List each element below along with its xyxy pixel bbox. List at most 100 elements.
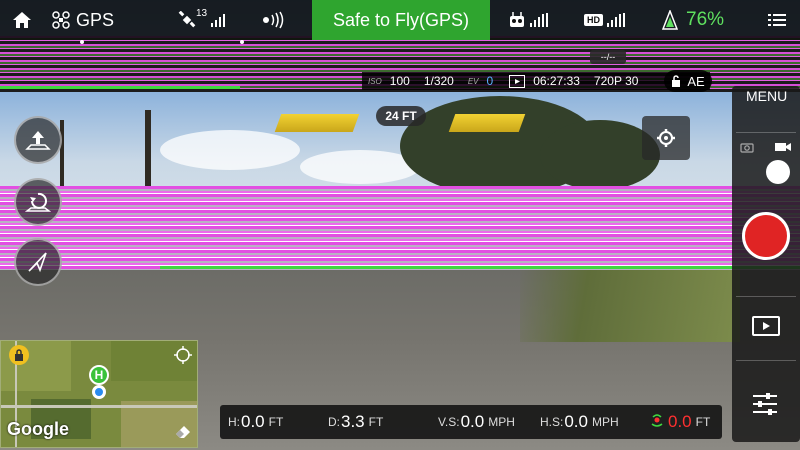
horizontal-speed-label: H.S: <box>540 415 564 429</box>
horizon-wing-right <box>448 114 526 132</box>
telemetry-bar: H: 0.0 FT D: 3.3 FT V.S: 0.0 MPH H.S: 0.… <box>220 405 722 439</box>
intelligent-flight-icon <box>28 252 47 273</box>
intelligent-flight-button[interactable] <box>14 238 62 286</box>
ae-lock-button[interactable]: AE <box>664 70 712 92</box>
cloud <box>160 130 300 170</box>
camera-parameters-button[interactable] <box>752 392 778 421</box>
grass <box>520 262 740 342</box>
video-glitch-band <box>0 186 800 270</box>
gps-signal-bars <box>211 13 226 27</box>
menu-list-icon <box>768 14 786 26</box>
video-camera-icon <box>775 143 791 151</box>
flight-mode[interactable]: GPS <box>52 0 114 40</box>
distance-value: 3.3 <box>341 412 365 431</box>
shutter-speed: 1/320 <box>423 74 454 88</box>
gear-icon <box>657 129 675 147</box>
drone-icon <box>52 11 70 29</box>
exposure-indicator: --/-- <box>590 50 626 64</box>
distance-label: D: <box>328 415 340 429</box>
menu-button[interactable]: MENU <box>746 88 787 104</box>
rc-signal-bars <box>530 13 548 27</box>
horizontal-speed-value: 0.0 <box>564 412 588 431</box>
return-home-icon <box>25 192 51 212</box>
battery-percent: 76% <box>686 9 725 30</box>
panel-divider <box>736 360 796 361</box>
video-link-signal[interactable]: HD <box>584 0 625 40</box>
unlock-icon <box>672 75 681 87</box>
menu-label: MENU <box>746 88 788 104</box>
hd-badge: HD <box>584 14 603 26</box>
eraser-icon <box>176 426 190 438</box>
home-distance-value: 0.0 <box>668 412 692 431</box>
photo-mode-toggle[interactable] <box>740 140 754 158</box>
map-recenter-button[interactable] <box>173 345 193 365</box>
height-unit: FT <box>268 415 284 429</box>
flight-status-label: Safe to Fly(GPS) <box>332 9 470 30</box>
timeline-dot <box>240 40 244 44</box>
return-home-button[interactable] <box>14 178 62 226</box>
height-value: 0.0 <box>241 412 265 431</box>
glitch-line <box>160 266 800 269</box>
tree-trunk <box>145 110 151 190</box>
crosshair-icon <box>174 346 192 364</box>
glitch-line <box>0 86 240 89</box>
horizon-wing-left <box>274 114 360 132</box>
tree-trunk <box>60 120 64 190</box>
panel-divider <box>736 296 796 297</box>
takeoff-icon <box>25 131 51 150</box>
lock-icon <box>15 349 23 361</box>
flight-status[interactable]: Safe to Fly(GPS) <box>312 0 490 40</box>
aircraft-position-marker <box>92 385 106 399</box>
home-signal-icon <box>651 414 663 427</box>
height-label: H: <box>228 415 240 429</box>
takeoff-button[interactable] <box>14 116 62 164</box>
vertical-speed-readout: V.S: 0.0 MPH <box>438 405 515 439</box>
vision-sensor-icon <box>263 11 284 29</box>
video-resolution: 720P 30 <box>593 74 639 88</box>
altitude-value: 24 FT <box>385 109 417 123</box>
top-status-bar: GPS 13 Safe to Fly(GPS) HD 76% <box>0 0 800 40</box>
gps-signal[interactable]: 13 <box>178 0 226 40</box>
iso-value: 100 <box>389 74 410 88</box>
home-point-marker: H <box>89 365 109 385</box>
panel-divider <box>736 132 796 133</box>
exposure-indicator-label: --/-- <box>600 52 616 62</box>
camera-settings-button[interactable] <box>642 116 690 160</box>
recording-time: 06:27:33 <box>533 74 580 88</box>
distance-unit: FT <box>368 415 384 429</box>
satellite-icon <box>178 11 196 28</box>
distance-readout: D: 3.3 FT <box>328 405 383 439</box>
hd-signal-bars <box>607 13 625 27</box>
home-distance-readout: 0.0 FT <box>650 405 710 439</box>
camera-settings-bar[interactable]: ISO 100 1/320 EV 0 06:27:33 720P 30 <box>362 72 710 90</box>
minimap[interactable]: H Google <box>0 340 198 448</box>
height-readout: H: 0.0 FT <box>228 405 283 439</box>
video-file-icon <box>509 74 526 88</box>
ev-value: 0 <box>486 74 494 88</box>
clear-path-button[interactable] <box>175 425 191 444</box>
remote-controller-signal[interactable] <box>508 0 548 40</box>
home-point-label: H <box>94 368 104 382</box>
play-icon <box>763 322 770 330</box>
record-button[interactable] <box>742 212 790 260</box>
remote-controller-icon <box>510 12 524 27</box>
playback-button[interactable] <box>752 316 780 336</box>
battery-status[interactable]: 76% <box>662 0 724 40</box>
camera-icon <box>740 143 754 153</box>
vertical-speed-unit: MPH <box>488 415 515 429</box>
map-lock-button[interactable] <box>9 345 29 365</box>
capture-mode-switch[interactable] <box>766 160 790 184</box>
map-provider-logo: Google <box>7 419 69 439</box>
horizontal-speed-readout: H.S: 0.0 MPH <box>540 405 619 439</box>
gps-mode-label: GPS <box>76 9 115 30</box>
horizontal-speed-unit: MPH <box>591 415 619 429</box>
iso-label: ISO <box>368 76 382 86</box>
video-mode-toggle[interactable] <box>774 140 792 158</box>
settings-menu-button[interactable] <box>768 0 786 40</box>
ev-label: EV <box>467 76 479 86</box>
ae-label: AE <box>687 73 705 89</box>
home-button[interactable] <box>12 0 32 40</box>
vertical-speed-label: V.S: <box>438 415 460 429</box>
satellite-count: 13 <box>196 7 208 19</box>
vision-system[interactable] <box>262 0 290 40</box>
